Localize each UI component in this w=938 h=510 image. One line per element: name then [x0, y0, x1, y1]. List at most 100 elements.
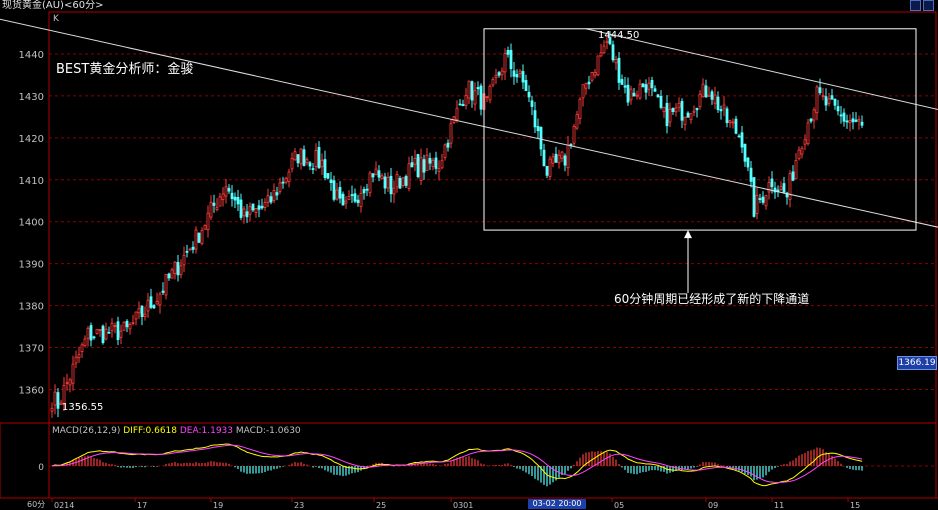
y-tick-label: 1400: [19, 218, 44, 229]
candle-body: [614, 59, 618, 64]
candle-body: [242, 208, 246, 217]
candle-body: [830, 95, 834, 100]
candle-body: [119, 330, 123, 338]
candle-body: [107, 331, 111, 334]
candle-body: [251, 203, 255, 211]
candle-body: [722, 104, 726, 109]
candle-body: [638, 83, 642, 99]
candle-body: [800, 147, 804, 155]
candle-body: [488, 85, 492, 101]
candle-body: [440, 160, 444, 169]
candle-body: [371, 173, 375, 178]
candle-body: [329, 179, 333, 183]
macd-value: MACD:-1.0630: [235, 426, 301, 436]
candle-body: [374, 168, 378, 176]
candle-body: [824, 96, 828, 106]
candle-body: [437, 168, 441, 172]
candle-body: [266, 195, 270, 203]
candle-body: [302, 149, 306, 166]
candle-body: [659, 96, 663, 108]
candle-body: [458, 103, 462, 106]
candle-body: [461, 104, 465, 107]
candle-body: [89, 325, 93, 341]
candle-body: [350, 194, 354, 197]
candle-body: [527, 91, 531, 98]
candle-body: [587, 81, 591, 85]
candle-body: [167, 273, 171, 279]
timeframe-label[interactable]: 60分: [27, 499, 45, 510]
candle-body: [695, 107, 699, 111]
candle-body: [149, 296, 153, 308]
crosshair-date-badge: 03-02 20:00: [528, 499, 586, 509]
y-tick-label: 1390: [19, 260, 44, 271]
candle-body: [542, 149, 546, 167]
candle-body: [731, 121, 735, 124]
candle-body: [545, 166, 549, 176]
maximize-icon[interactable]: [923, 0, 934, 11]
candle-body: [554, 153, 558, 163]
candle-body: [596, 55, 600, 76]
macd-zero-label: 0: [38, 463, 44, 473]
candle-body: [338, 187, 342, 199]
candle-body: [278, 182, 282, 192]
candle-body: [104, 328, 108, 340]
candle-body: [314, 150, 318, 167]
candle-body: [407, 163, 411, 189]
candle-body: [200, 229, 204, 244]
candle-body: [401, 177, 405, 186]
candle-body: [680, 100, 684, 121]
candle-body: [74, 356, 78, 364]
candle-body: [56, 392, 60, 409]
candle-body: [629, 88, 633, 101]
candle-body: [677, 102, 681, 108]
candle-body: [755, 194, 759, 214]
candle-body: [260, 205, 264, 209]
candle-body: [224, 186, 228, 197]
y-tick-label: 1380: [19, 302, 44, 313]
candle-body: [647, 82, 651, 90]
minimize-icon[interactable]: [910, 0, 921, 11]
candle-body: [413, 157, 417, 165]
y-tick-label: 1360: [19, 385, 44, 396]
candle-body: [521, 71, 525, 83]
candle-body: [491, 78, 495, 86]
candle-body: [422, 159, 426, 173]
candle-body: [617, 57, 621, 83]
candle-body: [620, 79, 624, 85]
candle-body: [515, 74, 519, 78]
candle-body: [857, 118, 861, 122]
candle-body: [362, 189, 366, 194]
candle-body: [257, 205, 261, 210]
last-price-badge: 1366.19: [897, 356, 937, 370]
candle-body: [53, 391, 57, 406]
candle-body: [758, 198, 762, 200]
candle-body: [464, 95, 468, 106]
candle-body: [581, 84, 585, 99]
candle-body: [770, 178, 774, 188]
candle-body: [791, 171, 795, 181]
candle-body: [203, 224, 207, 230]
candle-body: [500, 70, 504, 76]
candle-body: [395, 174, 399, 188]
candle-body: [365, 188, 369, 191]
k-marker: K: [53, 14, 59, 24]
candle-body: [269, 196, 273, 203]
candle-body: [692, 110, 696, 113]
candle-body: [734, 118, 738, 134]
candle-body: [140, 305, 144, 318]
candle-body: [188, 248, 192, 251]
candle-body: [635, 94, 639, 97]
macd-header: MACD(26,12,9) DIFF:0.6618 DEA:1.1933 MAC…: [52, 426, 301, 436]
candle-body: [626, 84, 630, 103]
candle-body: [356, 199, 360, 204]
candle-body: [158, 293, 162, 306]
candle-body: [176, 262, 180, 276]
candle-body: [563, 155, 567, 166]
candle-body: [134, 311, 138, 320]
candle-body: [806, 122, 810, 145]
candle-body: [611, 44, 615, 61]
candle-body: [524, 80, 528, 92]
candle-body: [497, 72, 501, 76]
channel-annotation: 60分钟周期已经形成了新的下降通道: [614, 292, 810, 306]
candle-body: [335, 189, 339, 200]
